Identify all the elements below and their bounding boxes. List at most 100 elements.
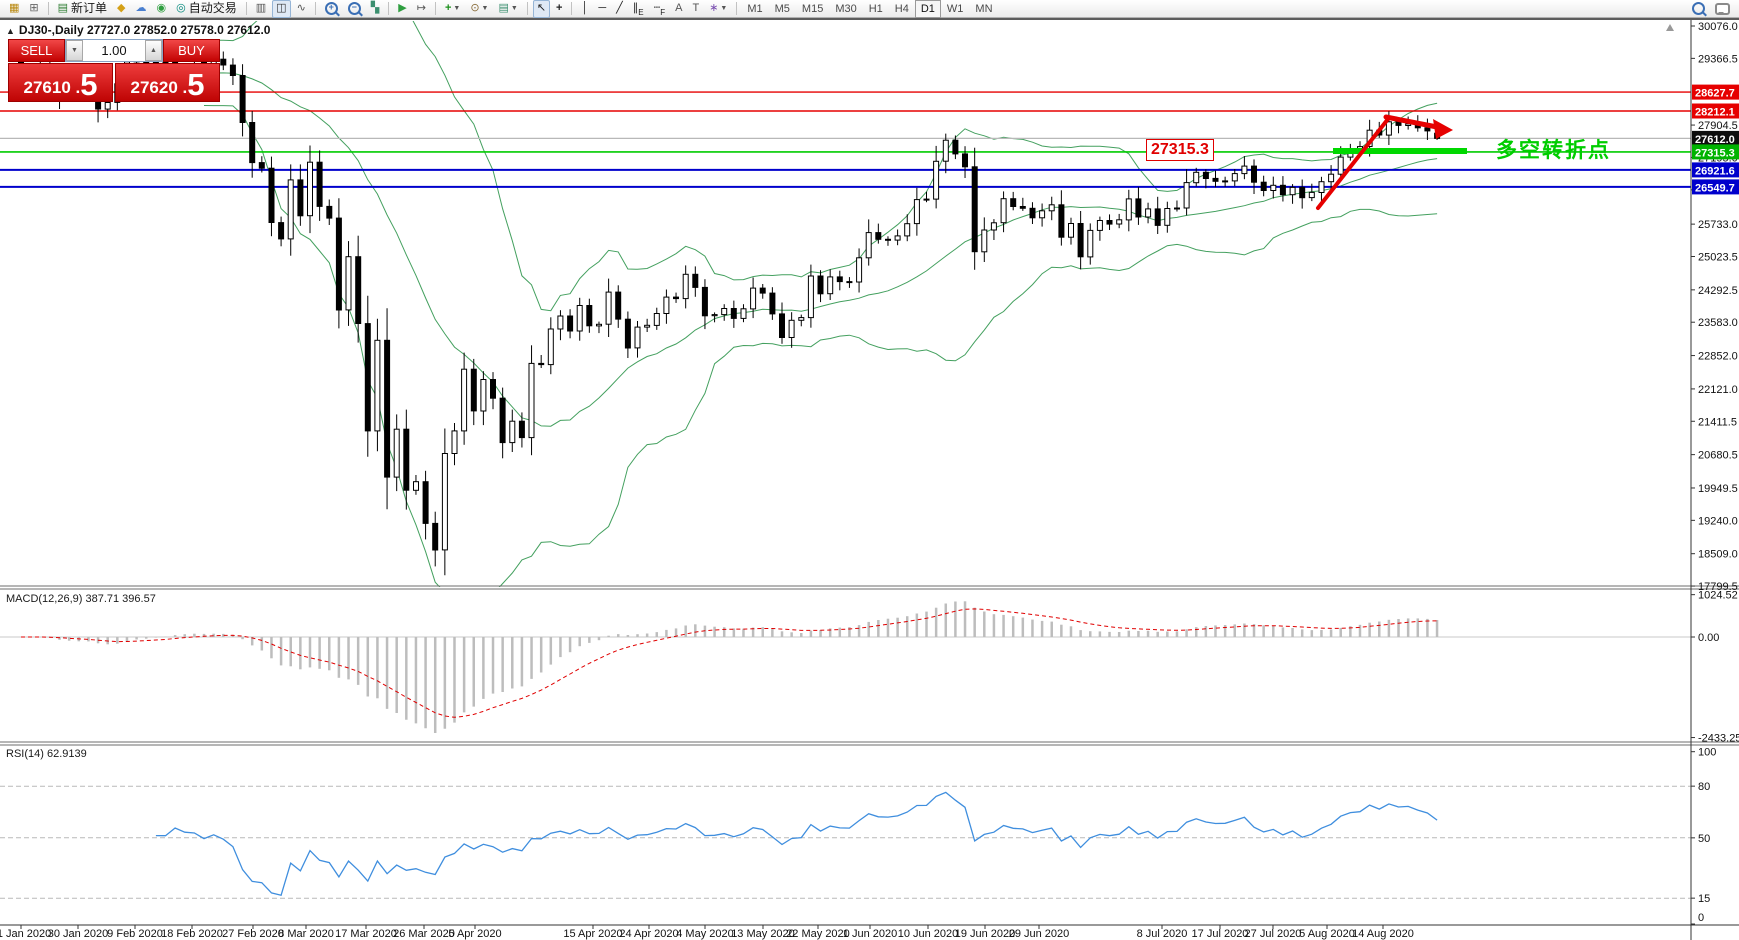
text-label-icon[interactable]: T bbox=[688, 0, 703, 18]
new-order-button: ▤ bbox=[58, 1, 68, 16]
chart-shift-icon[interactable]: ↦ bbox=[413, 0, 430, 18]
sell-button[interactable]: SELL bbox=[8, 39, 65, 62]
tile-windows-icon[interactable]: ▚ bbox=[367, 0, 383, 18]
trading-platform-window: { "toolbar": { "items": [ {"n":"charts-w… bbox=[0, 0, 1739, 940]
buy-button[interactable]: BUY bbox=[163, 39, 220, 62]
cursor-icon: ↖ bbox=[537, 1, 546, 16]
ask-main-digits: 27620 . bbox=[131, 76, 188, 100]
templates-icon: ▤ bbox=[498, 1, 508, 16]
line-chart-icon: ∿ bbox=[297, 1, 306, 16]
collapse-panel-icon[interactable]: ▲ bbox=[6, 26, 15, 36]
timeframe-h4-button[interactable]: H4 bbox=[889, 0, 915, 18]
fibonacci-icon[interactable]: ┄F bbox=[650, 0, 670, 18]
timeframe-d1-button[interactable]: D1 bbox=[915, 0, 941, 18]
equidistant-channel-icon[interactable]: ∥E bbox=[629, 0, 648, 18]
crosshair-icon[interactable]: + bbox=[552, 0, 566, 18]
time-axis[interactable] bbox=[0, 925, 1691, 940]
charts-window-icon[interactable]: ▦ bbox=[5, 0, 23, 18]
autotrading-button-label: 自动交易 bbox=[189, 1, 237, 16]
ask-big-digit: 5 bbox=[187, 70, 204, 100]
text-icon: A bbox=[675, 1, 682, 16]
candlestick-chart-icon[interactable]: ◫ bbox=[272, 0, 290, 18]
indicators-add-icon[interactable]: +▼ bbox=[441, 0, 464, 18]
periods-icon[interactable]: ⊙▼ bbox=[466, 0, 492, 18]
crosshair-icon: + bbox=[556, 1, 562, 16]
fibonacci-icon: ┄ bbox=[654, 1, 661, 16]
timeframe-m15-button[interactable]: M15 bbox=[796, 0, 829, 18]
vertical-line-icon: │ bbox=[581, 1, 588, 16]
chart-header: ▲ DJ30-,Daily 27727.0 27852.0 27578.0 276… bbox=[6, 23, 270, 37]
volume-stepper[interactable]: ▼ 1.00 ▲ bbox=[65, 39, 163, 62]
data-window-icon: ⊞ bbox=[29, 1, 38, 16]
signals-icon[interactable]: ◉ bbox=[153, 0, 171, 18]
volume-up-icon[interactable]: ▲ bbox=[145, 40, 162, 61]
turning-point-text[interactable]: 多空转折点 bbox=[1496, 134, 1611, 164]
zoom-in-icon: + bbox=[325, 2, 338, 15]
cursor-icon[interactable]: ↖ bbox=[533, 0, 550, 18]
templates-icon-dropdown-icon[interactable]: ▼ bbox=[511, 1, 518, 16]
eraser-icon[interactable]: ◆ bbox=[113, 0, 129, 18]
chart-canvas[interactable]: 30076.029366.527904.527195.026484.025733… bbox=[0, 0, 1739, 940]
candlestick-chart-icon: ◫ bbox=[276, 1, 286, 16]
macd-values: 387.71 396.57 bbox=[85, 593, 155, 605]
zoom-in-icon[interactable]: + bbox=[321, 0, 342, 18]
zoom-out-icon[interactable]: − bbox=[344, 0, 365, 18]
new-order-button[interactable]: ▤新订单 bbox=[54, 0, 111, 18]
macd-label: MACD(12,26,9) 387.71 396.57 bbox=[6, 593, 156, 605]
timeframe-m5-button[interactable]: M5 bbox=[769, 0, 796, 18]
chat-icon[interactable] bbox=[1711, 0, 1734, 18]
charts-window-icon: ▦ bbox=[9, 1, 19, 16]
search-icon bbox=[1692, 2, 1705, 15]
toolbar-separator bbox=[435, 2, 436, 15]
timeframe-m1-button[interactable]: M1 bbox=[741, 0, 768, 18]
data-window-icon[interactable]: ⊞ bbox=[25, 0, 42, 18]
indicators-add-icon: + bbox=[445, 1, 451, 16]
bar-chart-icon: ▥ bbox=[256, 1, 266, 16]
turning-point-highlight-bar[interactable] bbox=[1333, 148, 1467, 154]
timeframe-m30-button[interactable]: M30 bbox=[829, 0, 862, 18]
periods-icon-dropdown-icon[interactable]: ▼ bbox=[482, 1, 489, 16]
bar-chart-icon[interactable]: ▥ bbox=[252, 0, 270, 18]
rsi-pane bbox=[0, 786, 1691, 898]
arrows-icon: ∗ bbox=[709, 1, 718, 16]
text-label-icon: T bbox=[692, 1, 699, 16]
equidistant-channel-icon-suffix: E bbox=[638, 8, 643, 17]
templates-icon[interactable]: ▤▼ bbox=[494, 0, 521, 18]
auto-scroll-icon: ▶ bbox=[398, 1, 406, 16]
ask-price-tile[interactable]: 27620 .5 bbox=[115, 63, 220, 102]
search-icon[interactable] bbox=[1688, 0, 1709, 18]
trendline-icon: ╱ bbox=[616, 1, 623, 16]
trend-right-arrow[interactable] bbox=[1386, 117, 1437, 127]
volume-value[interactable]: 1.00 bbox=[83, 40, 145, 61]
trendline-icon[interactable]: ╱ bbox=[612, 0, 627, 18]
vertical-line-icon[interactable]: │ bbox=[577, 0, 592, 18]
symbol-ohlc-line: DJ30-,Daily 27727.0 27852.0 27578.0 2761… bbox=[19, 23, 271, 37]
trend-right-arrowhead[interactable] bbox=[1433, 119, 1453, 139]
volume-down-icon[interactable]: ▼ bbox=[66, 40, 83, 61]
indicators-add-icon-dropdown-icon[interactable]: ▼ bbox=[453, 1, 460, 16]
eraser-icon: ◆ bbox=[117, 1, 125, 16]
trend-up-arrow[interactable] bbox=[1318, 119, 1388, 208]
main-chart-pane bbox=[0, 0, 1691, 602]
price-axis[interactable] bbox=[1691, 20, 1739, 925]
timeframe-h1-button[interactable]: H1 bbox=[863, 0, 889, 18]
price-level-label[interactable]: 27315.3 bbox=[1146, 139, 1214, 161]
one-click-trading-panel: SELL ▼ 1.00 ▲ BUY 27610 .5 27620 .5 bbox=[8, 39, 220, 102]
horizontal-line-icon[interactable]: ─ bbox=[594, 0, 610, 18]
zoom-out-icon: − bbox=[348, 2, 361, 15]
horizontal-line-icon: ─ bbox=[598, 1, 606, 16]
text-icon[interactable]: A bbox=[671, 0, 686, 18]
timeframe-w1-button[interactable]: W1 bbox=[941, 0, 970, 18]
bid-price-tile[interactable]: 27610 .5 bbox=[8, 63, 113, 102]
autotrading-button[interactable]: ◎自动交易 bbox=[172, 0, 241, 18]
line-chart-icon[interactable]: ∿ bbox=[293, 0, 310, 18]
timeframe-mn-button[interactable]: MN bbox=[969, 0, 998, 18]
auto-scroll-icon[interactable]: ▶ bbox=[394, 0, 410, 18]
arrows-icon[interactable]: ∗▼ bbox=[705, 0, 731, 18]
macd-pane bbox=[0, 601, 1691, 733]
periods-icon: ⊙ bbox=[470, 1, 479, 16]
publish-chart-icon[interactable]: ☁ bbox=[132, 0, 151, 18]
chat-icon bbox=[1715, 3, 1730, 15]
arrows-icon-dropdown-icon[interactable]: ▼ bbox=[720, 1, 727, 16]
autotrading-button: ◎ bbox=[176, 1, 186, 16]
